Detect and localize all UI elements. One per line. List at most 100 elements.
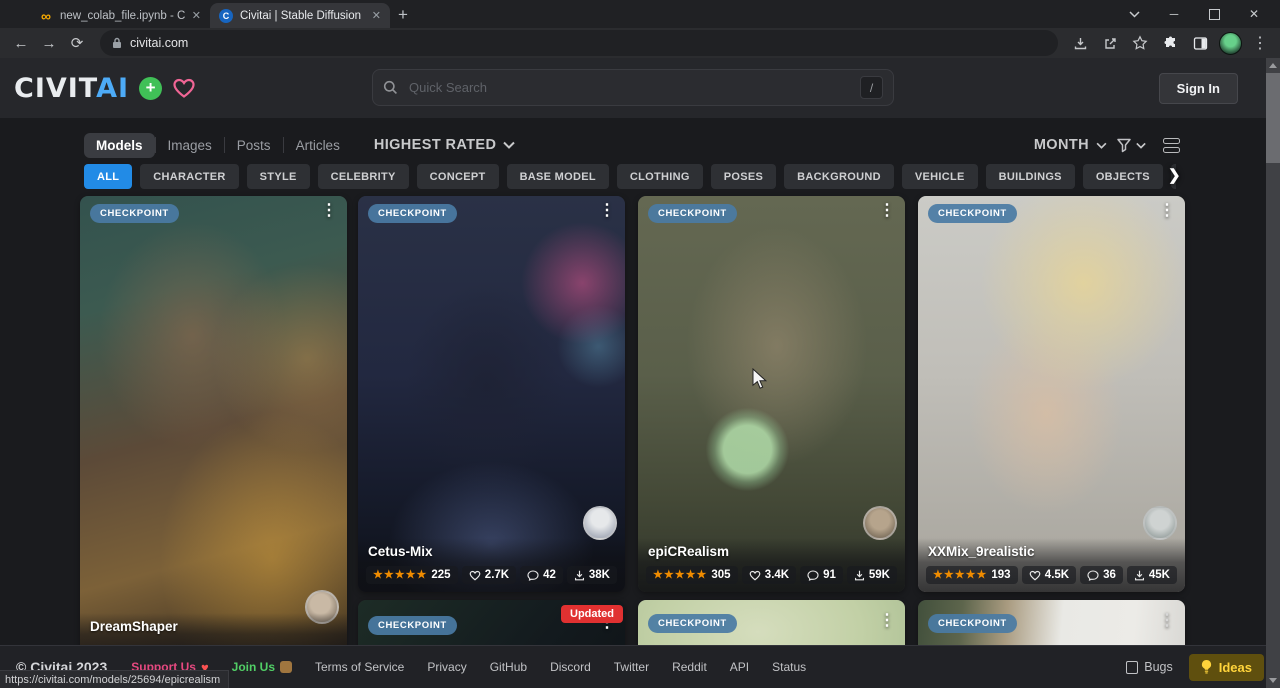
- lock-icon: [112, 37, 122, 49]
- list-controls: Models Images Posts Articles HIGHEST RAT…: [84, 131, 1180, 159]
- rating-pill[interactable]: ★★★★★ 225: [366, 566, 458, 584]
- tab-posts[interactable]: Posts: [225, 133, 283, 158]
- downloads-pill[interactable]: 59K: [847, 566, 897, 584]
- tab-search-icon[interactable]: [1114, 0, 1154, 28]
- minimize-icon[interactable]: ─: [1154, 0, 1194, 28]
- tab-colab[interactable]: ∞ new_colab_file.ipynb - Colaborat ✕: [30, 3, 210, 28]
- footer-link-github[interactable]: GitHub: [490, 660, 527, 674]
- downloads-pill[interactable]: 38K: [567, 566, 617, 584]
- comments-pill[interactable]: 91: [800, 566, 843, 584]
- scrollbar-thumb[interactable]: [1266, 73, 1280, 163]
- footer-link-terms[interactable]: Terms of Service: [315, 660, 404, 674]
- layout-rows-icon[interactable]: [1163, 138, 1180, 153]
- comments-pill[interactable]: 36: [1080, 566, 1123, 584]
- address-bar[interactable]: civitai.com: [100, 30, 1058, 56]
- creator-avatar[interactable]: [583, 506, 617, 540]
- rating-pill[interactable]: ★★★★★ 305: [646, 566, 738, 584]
- card-menu-icon[interactable]: ⋮: [1155, 614, 1179, 628]
- filter-dropdown[interactable]: [1116, 137, 1146, 153]
- footer-link-discord[interactable]: Discord: [550, 660, 591, 674]
- category-celebrity[interactable]: CELEBRITY: [318, 164, 409, 189]
- scroll-up-icon[interactable]: [1269, 63, 1277, 68]
- search-input[interactable]: [407, 79, 851, 96]
- category-clothing[interactable]: CLOTHING: [617, 164, 703, 189]
- category-concept[interactable]: CONCEPT: [417, 164, 499, 189]
- card-menu-icon[interactable]: ⋮: [875, 204, 899, 218]
- chevron-down-icon: [1136, 142, 1146, 149]
- likes-pill[interactable]: 4.5K: [1022, 566, 1076, 584]
- tab-close-icon[interactable]: ✕: [372, 9, 381, 22]
- model-card-epicrealism[interactable]: CHECKPOINT ⋮ epiCRealism ★★★★★ 305: [638, 196, 905, 592]
- likes-pill[interactable]: 3.4K: [742, 566, 796, 584]
- back-icon[interactable]: ←: [8, 30, 34, 56]
- category-character[interactable]: CHARACTER: [140, 164, 238, 189]
- card-menu-icon[interactable]: ⋮: [875, 614, 899, 628]
- likes-pill[interactable]: 2.7K: [462, 566, 516, 584]
- civitai-logo[interactable]: CIVITAI +: [14, 73, 196, 104]
- footer-link-twitter[interactable]: Twitter: [614, 660, 649, 674]
- model-card-dreamshaper[interactable]: CHECKPOINT ⋮ DreamShaper: [80, 196, 347, 660]
- quick-search[interactable]: /: [372, 69, 894, 106]
- bookmark-star-icon[interactable]: [1128, 31, 1152, 55]
- create-plus-icon[interactable]: +: [139, 77, 162, 100]
- profile-avatar[interactable]: [1218, 31, 1242, 55]
- new-tab-button[interactable]: +: [390, 2, 416, 28]
- card-menu-icon[interactable]: ⋮: [317, 204, 341, 218]
- download-icon: [854, 570, 865, 581]
- category-buildings[interactable]: BUILDINGS: [986, 164, 1075, 189]
- sign-in-button[interactable]: Sign In: [1159, 73, 1238, 104]
- model-card-xxmix-9realistic[interactable]: CHECKPOINT ⋮ XXMix_9realistic ★★★★★ 193: [918, 196, 1185, 592]
- footer-link-reddit[interactable]: Reddit: [672, 660, 707, 674]
- like-icon: [1029, 570, 1041, 581]
- download-page-icon[interactable]: [1068, 31, 1092, 55]
- category-style[interactable]: STYLE: [247, 164, 310, 189]
- footer-link-join-us[interactable]: Join Us: [232, 660, 292, 674]
- footer-link-status[interactable]: Status: [772, 660, 806, 674]
- favorites-heart-icon[interactable]: [172, 77, 196, 99]
- category-poses[interactable]: POSES: [711, 164, 776, 189]
- tab-articles[interactable]: Articles: [284, 133, 352, 158]
- model-card-cetus-mix[interactable]: CHECKPOINT ⋮ Cetus-Mix ★★★★★ 225: [358, 196, 625, 592]
- chevron-right-icon[interactable]: ❯: [1168, 166, 1181, 184]
- tab-images[interactable]: Images: [156, 133, 224, 158]
- browser-toolbar: ← → ⟳ civitai.com ⋮: [0, 28, 1280, 58]
- chevron-down-icon: [503, 141, 515, 149]
- tab-civitai[interactable]: C Civitai | Stable Diffusion models, ✕: [210, 3, 390, 28]
- rating-pill[interactable]: ★★★★★ 193: [926, 566, 1018, 584]
- reload-icon[interactable]: ⟳: [64, 30, 90, 56]
- category-vehicle[interactable]: VEHICLE: [902, 164, 978, 189]
- ideas-button[interactable]: Ideas: [1189, 654, 1264, 681]
- category-base-model[interactable]: BASE MODEL: [507, 164, 609, 189]
- category-objects[interactable]: OBJECTS: [1083, 164, 1163, 189]
- window-close-icon[interactable]: ✕: [1234, 0, 1274, 28]
- side-panel-icon[interactable]: [1188, 31, 1212, 55]
- forward-icon[interactable]: →: [36, 30, 62, 56]
- maximize-icon[interactable]: [1194, 0, 1234, 28]
- toolbar-icons: ⋮: [1068, 31, 1272, 55]
- footer-link-api[interactable]: API: [730, 660, 749, 674]
- category-background[interactable]: BACKGROUND: [784, 164, 894, 189]
- comments-count: 42: [543, 569, 556, 581]
- model-name: epiCRealism: [648, 544, 895, 559]
- comments-pill[interactable]: 42: [520, 566, 563, 584]
- creator-avatar[interactable]: [863, 506, 897, 540]
- downloads-pill[interactable]: 45K: [1127, 566, 1177, 584]
- footer-link-privacy[interactable]: Privacy: [427, 660, 466, 674]
- tab-close-icon[interactable]: ✕: [192, 9, 201, 22]
- model-preview-image: [918, 196, 1185, 592]
- bugs-button[interactable]: Bugs: [1126, 660, 1173, 674]
- scroll-down-icon[interactable]: [1269, 678, 1277, 683]
- extensions-icon[interactable]: [1158, 31, 1182, 55]
- status-bar-url: https://civitai.com/models/25694/epicrea…: [0, 670, 229, 688]
- category-all[interactable]: ALL: [84, 164, 132, 189]
- card-menu-icon[interactable]: ⋮: [1155, 204, 1179, 218]
- tab-models[interactable]: Models: [84, 133, 155, 158]
- kebab-menu-icon[interactable]: ⋮: [1248, 31, 1272, 55]
- sort-dropdown[interactable]: HIGHEST RATED: [374, 137, 516, 153]
- comment-icon: [807, 570, 819, 581]
- card-menu-icon[interactable]: ⋮: [595, 204, 619, 218]
- creator-avatar[interactable]: [1143, 506, 1177, 540]
- page-scrollbar[interactable]: [1266, 58, 1280, 688]
- share-icon[interactable]: [1098, 31, 1122, 55]
- period-dropdown[interactable]: MONTH: [1034, 137, 1107, 153]
